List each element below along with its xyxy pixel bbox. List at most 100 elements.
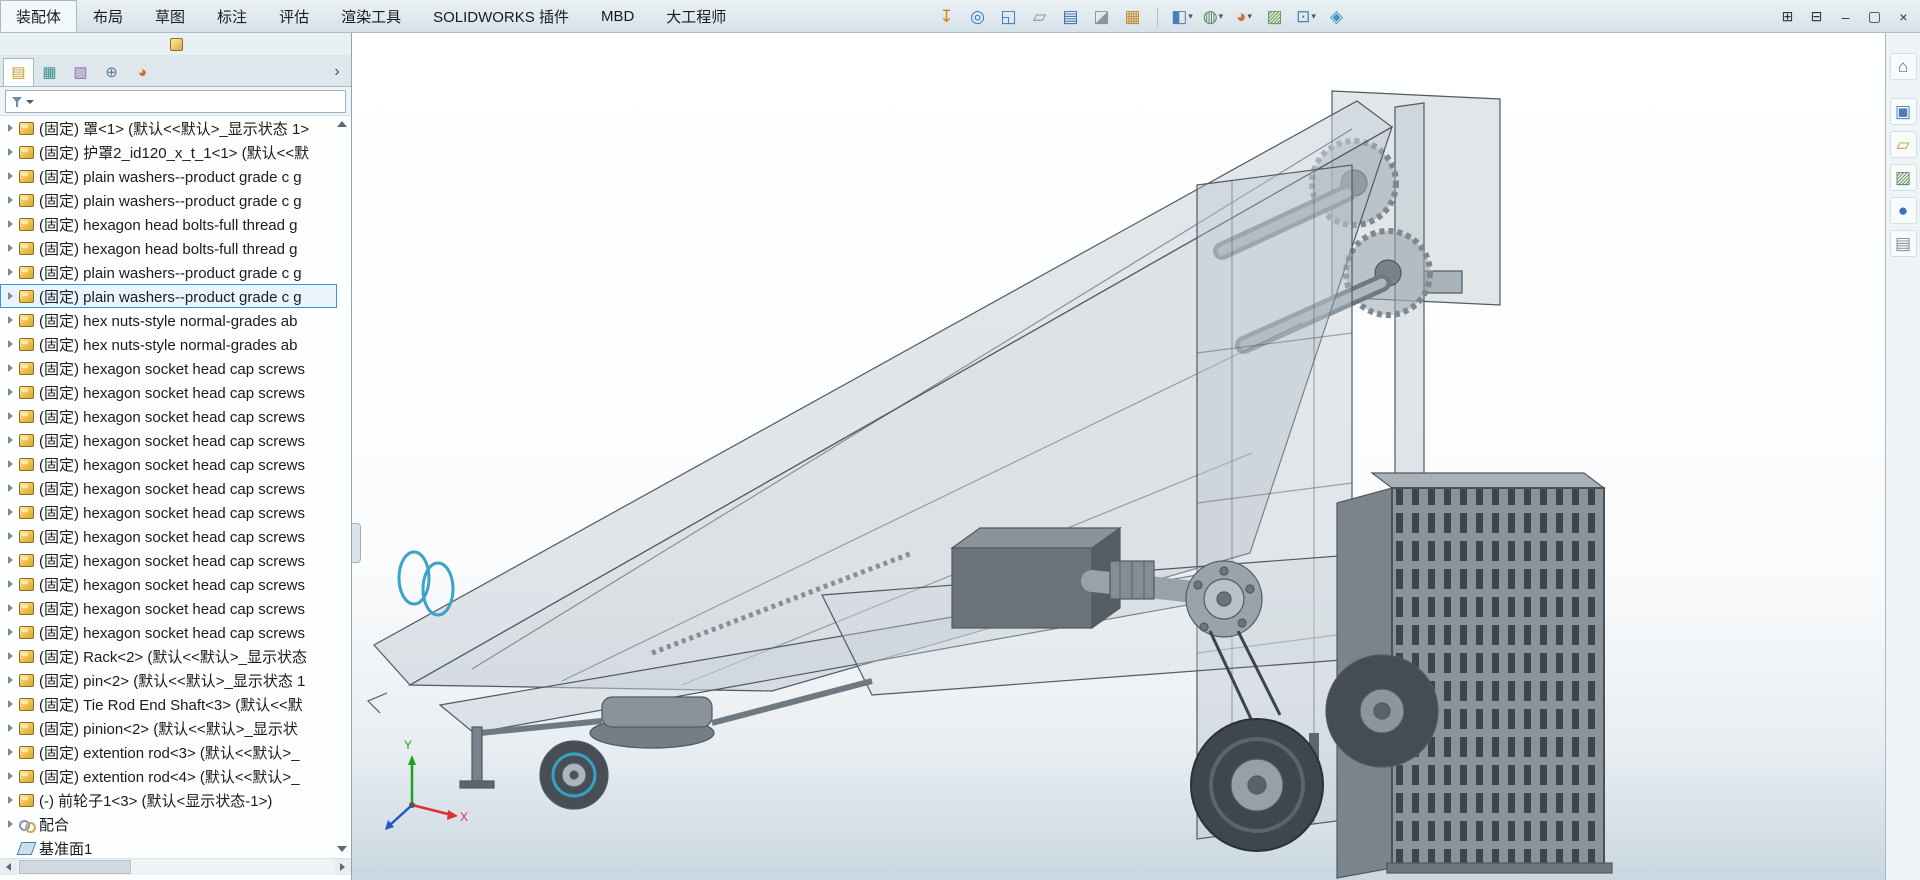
filter-dropdown-icon[interactable]	[26, 99, 34, 104]
expand-arrow-icon[interactable]	[8, 484, 13, 492]
expand-arrow-icon[interactable]	[8, 292, 13, 300]
expand-arrow-icon[interactable]	[8, 436, 13, 444]
zoom-to-area-button[interactable]: ◱	[997, 4, 1021, 30]
tree-item[interactable]: (固定) hexagon socket head cap screws	[0, 428, 337, 452]
tree-item[interactable]: (固定) hexagon socket head cap screws	[0, 548, 337, 572]
design-library-button[interactable]: ▤	[1059, 4, 1083, 30]
home-button[interactable]: ⌂	[1889, 53, 1917, 80]
close-button[interactable]: ×	[1889, 0, 1918, 33]
apply-scene-button[interactable]: ▨	[1263, 4, 1287, 30]
toggle-pane-1-button[interactable]: ⊞	[1773, 0, 1802, 33]
tab-annotate[interactable]: 标注	[201, 0, 263, 32]
file-explorer-button[interactable]: ▱	[1889, 131, 1917, 158]
propertymanager-tab[interactable]: ▦	[34, 58, 65, 86]
tree-item[interactable]: (固定) pin<2> (默认<<默认>_显示状态 1	[0, 668, 337, 692]
panel-handle-icon[interactable]	[0, 33, 351, 55]
design-library-pane-button[interactable]: ▣	[1889, 98, 1917, 125]
3d-view-button[interactable]: ◈	[1325, 4, 1349, 30]
tree-item[interactable]: (固定) extention rod<4> (默认<<默认>_	[0, 764, 337, 788]
tree-item[interactable]: (固定) Rack<2> (默认<<默认>_显示状态	[0, 644, 337, 668]
tree-filter-input[interactable]	[5, 90, 346, 113]
scroll-left-arrow[interactable]	[0, 859, 17, 875]
expand-arrow-icon[interactable]	[8, 820, 13, 828]
expand-arrow-icon[interactable]	[8, 268, 13, 276]
tree-scroll-up-icon[interactable]	[337, 121, 347, 127]
expand-arrow-icon[interactable]	[8, 580, 13, 588]
tree-item[interactable]: (固定) hexagon socket head cap screws	[0, 356, 337, 380]
expand-arrow-icon[interactable]	[8, 244, 13, 252]
toggle-pane-2-button[interactable]: ⊟	[1802, 0, 1831, 33]
expand-arrow-icon[interactable]	[8, 220, 13, 228]
scroll-right-arrow[interactable]	[334, 859, 351, 875]
tree-item[interactable]: (固定) pinion<2> (默认<<默认>_显示状	[0, 716, 337, 740]
expand-arrow-icon[interactable]	[8, 796, 13, 804]
tab-dagongchengshi[interactable]: 大工程师	[650, 0, 742, 32]
tree-item[interactable]: 基准面1	[0, 836, 337, 858]
graphics-viewport[interactable]: Y X	[352, 33, 1885, 880]
tree-item[interactable]: (固定) hexagon socket head cap screws	[0, 596, 337, 620]
minimize-button[interactable]: –	[1831, 0, 1860, 33]
zoom-to-fit-button[interactable]: ◎	[966, 4, 990, 30]
expand-arrow-icon[interactable]	[8, 676, 13, 684]
scroll-thumb[interactable]	[19, 860, 131, 874]
tree-item[interactable]: (固定) hexagon socket head cap screws	[0, 452, 337, 476]
tab-render-tools[interactable]: 渲染工具	[325, 0, 417, 32]
expand-arrow-icon[interactable]	[8, 556, 13, 564]
edit-appearance-button[interactable]: ◕ ▾	[1232, 4, 1256, 30]
tree-item[interactable]: (固定) 罩<1> (默认<<默认>_显示状态 1>	[0, 116, 337, 140]
tree-scroll-down-icon[interactable]	[337, 846, 347, 852]
tree-item[interactable]: (固定) Tie Rod End Shaft<3> (默认<<默	[0, 692, 337, 716]
tree-horizontal-scrollbar[interactable]	[0, 858, 351, 875]
expand-arrow-icon[interactable]	[8, 364, 13, 372]
panel-collapse-button[interactable]: ›	[326, 58, 348, 86]
tab-evaluate[interactable]: 评估	[263, 0, 325, 32]
featuremanager-tab[interactable]: ▤	[3, 58, 34, 86]
edit-component-button[interactable]: ▱	[1028, 4, 1052, 30]
tree-item[interactable]: (固定) extention rod<3> (默认<<默认>_	[0, 740, 337, 764]
dimxpertmanager-tab[interactable]: ⊕	[96, 58, 127, 86]
expand-arrow-icon[interactable]	[8, 700, 13, 708]
insert-component-button[interactable]: ↧	[935, 4, 959, 30]
restore-button[interactable]: ▢	[1860, 0, 1889, 33]
expand-arrow-icon[interactable]	[8, 628, 13, 636]
expand-arrow-icon[interactable]	[8, 340, 13, 348]
expand-arrow-icon[interactable]	[8, 148, 13, 156]
expand-arrow-icon[interactable]	[8, 652, 13, 660]
expand-arrow-icon[interactable]	[8, 724, 13, 732]
tree-item[interactable]: (固定) plain washers--product grade c g	[0, 260, 337, 284]
tree-item[interactable]: (固定) plain washers--product grade c g	[0, 188, 337, 212]
tree-item[interactable]: (固定) hexagon socket head cap screws	[0, 524, 337, 548]
tree-item[interactable]: (固定) hexagon socket head cap screws	[0, 500, 337, 524]
expand-arrow-icon[interactable]	[8, 124, 13, 132]
expand-arrow-icon[interactable]	[8, 388, 13, 396]
tree-item[interactable]: (固定) hexagon head bolts-full thread g	[0, 212, 337, 236]
view-orientation-button[interactable]: ◧ ▾	[1170, 4, 1194, 30]
appearances-button[interactable]: ▨	[1889, 164, 1917, 191]
tree-item[interactable]: (固定) plain washers--product grade c g	[0, 164, 337, 188]
tree-item[interactable]: (固定) 护罩2_id120_x_t_1<1> (默认<<默	[0, 140, 337, 164]
model-canvas[interactable]: Y X	[352, 33, 1885, 880]
tree-item[interactable]: (固定) hexagon socket head cap screws	[0, 404, 337, 428]
tab-mbd[interactable]: MBD	[585, 0, 650, 32]
scenes-button[interactable]: ●	[1889, 197, 1917, 224]
tree-item[interactable]: (固定) plain washers--product grade c g	[0, 284, 337, 308]
expand-arrow-icon[interactable]	[8, 772, 13, 780]
expand-arrow-icon[interactable]	[8, 604, 13, 612]
tree-item[interactable]: (固定) hexagon socket head cap screws	[0, 620, 337, 644]
configurationmanager-tab[interactable]: ▧	[65, 58, 96, 86]
view-settings-button[interactable]: ⊡ ▾	[1294, 4, 1318, 30]
tree-item[interactable]: (固定) hex nuts-style normal-grades ab	[0, 332, 337, 356]
expand-arrow-icon[interactable]	[8, 460, 13, 468]
tree-item[interactable]: (固定) hexagon socket head cap screws	[0, 476, 337, 500]
sheet-button[interactable]: ▦	[1121, 4, 1145, 30]
tree-item[interactable]: (固定) hex nuts-style normal-grades ab	[0, 308, 337, 332]
tree-item[interactable]: 配合	[0, 812, 337, 836]
custom-properties-button[interactable]: ▤	[1889, 230, 1917, 257]
tab-solidworks-addins[interactable]: SOLIDWORKS 插件	[417, 0, 585, 32]
tree-item[interactable]: (固定) hexagon head bolts-full thread g	[0, 236, 337, 260]
displaymanager-tab[interactable]: ◕	[127, 58, 158, 86]
expand-arrow-icon[interactable]	[8, 412, 13, 420]
tab-sketch[interactable]: 草图	[139, 0, 201, 32]
expand-arrow-icon[interactable]	[8, 172, 13, 180]
expand-arrow-icon[interactable]	[8, 532, 13, 540]
